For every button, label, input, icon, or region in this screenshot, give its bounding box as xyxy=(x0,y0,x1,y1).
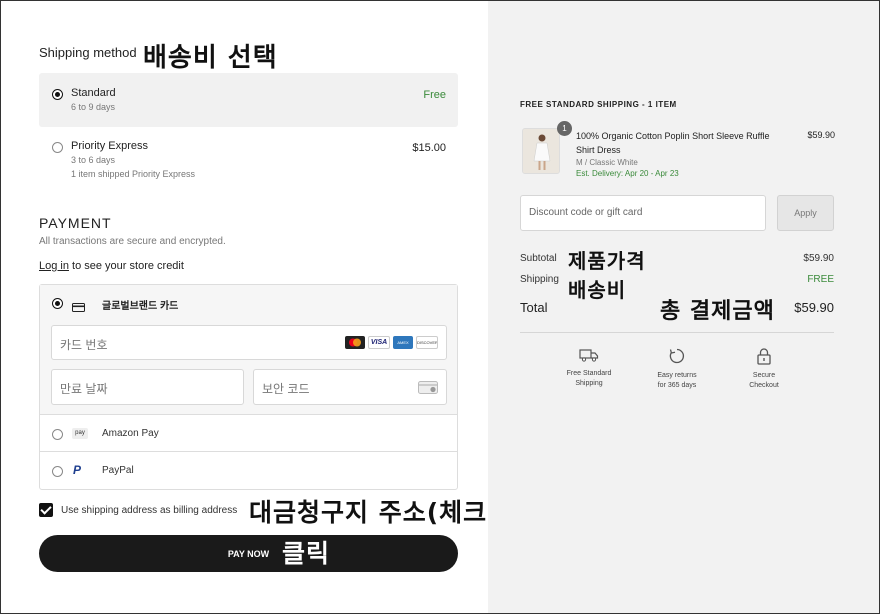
shipping-label: Shipping xyxy=(520,274,559,285)
item-delivery-estimate: Est. Delivery: Apr 20 - Apr 23 xyxy=(576,169,679,178)
discount-code-input[interactable]: Discount code or gift card xyxy=(520,195,766,231)
shipping-value: FREE xyxy=(807,274,834,285)
cvv-card-icon xyxy=(418,381,438,397)
billing-address-label: Use shipping address as billing address xyxy=(61,505,238,516)
order-summary-panel: FREE STANDARD SHIPPING - 1 ITEM 1 100% O… xyxy=(488,1,879,613)
feature-line1: Secure xyxy=(752,372,776,379)
feature-line2: for 365 days xyxy=(657,382,697,389)
annotation-total-payment: 총 결제금액 xyxy=(660,299,775,324)
annotation-click: 클릭 xyxy=(282,539,331,568)
payment-methods: 글로벌브랜드 카드 카드 번호 VISA AMEX DISCOVER 만료 날짜… xyxy=(39,284,458,490)
feature-line1: Easy returns xyxy=(657,372,697,379)
payment-method-paypal[interactable]: P PayPal xyxy=(40,453,457,489)
subtotal-label: Subtotal xyxy=(520,253,557,264)
annotation-product-price: 제품가격 xyxy=(568,249,646,273)
shipping-option-standard[interactable]: Standard 6 to 9 days Free xyxy=(39,73,458,127)
total-value: $59.90 xyxy=(794,300,834,315)
lock-icon xyxy=(724,347,804,365)
card-label: 글로벌브랜드 카드 xyxy=(102,301,179,312)
amazon-pay-label: Amazon Pay xyxy=(102,428,159,439)
radio-amazon-pay[interactable] xyxy=(52,429,63,440)
return-icon xyxy=(637,347,717,365)
login-prompt: Log in to see your store credit xyxy=(39,260,184,272)
shipping-option-eta: 3 to 6 days xyxy=(71,155,116,165)
amazon-pay-icon: pay xyxy=(72,428,88,439)
login-prompt-text: to see your store credit xyxy=(68,260,184,272)
payment-title: PAYMENT xyxy=(39,215,112,231)
expiry-placeholder: 만료 날짜 xyxy=(60,382,108,396)
divider xyxy=(520,332,834,333)
payment-method-amazon-pay[interactable]: pay Amazon Pay xyxy=(40,416,457,452)
feature-easy-returns: Easy returns for 365 days xyxy=(637,347,717,391)
shipping-option-price: $15.00 xyxy=(412,142,446,154)
card-number-input[interactable]: 카드 번호 VISA AMEX DISCOVER xyxy=(51,325,447,360)
item-variant: M / Classic White xyxy=(576,158,638,167)
paypal-icon: P xyxy=(73,463,82,477)
billing-address-checkbox[interactable] xyxy=(39,503,53,517)
shipping-option-priority-express[interactable]: Priority Express 3 to 6 days 1 item ship… xyxy=(39,129,458,185)
total-label: Total xyxy=(520,300,548,315)
security-code-input[interactable]: 보안 코드 xyxy=(253,369,447,405)
paypal-label: PayPal xyxy=(102,465,134,476)
discover-icon: DISCOVER xyxy=(416,336,438,349)
item-price: $59.90 xyxy=(807,130,835,140)
truck-icon xyxy=(549,347,629,363)
discount-placeholder: Discount code or gift card xyxy=(529,207,643,218)
visa-icon: VISA xyxy=(368,336,390,349)
shipping-option-price: Free xyxy=(423,89,446,101)
summary-header: FREE STANDARD SHIPPING - 1 ITEM xyxy=(520,100,677,109)
mastercard-icon xyxy=(345,336,365,349)
feature-line2: Shipping xyxy=(575,380,603,387)
payment-method-card: 글로벌브랜드 카드 카드 번호 VISA AMEX DISCOVER 만료 날짜… xyxy=(40,285,457,415)
item-quantity-badge: 1 xyxy=(557,121,572,136)
feature-free-shipping: Free Standard Shipping xyxy=(549,347,629,389)
shipping-option-eta: 6 to 9 days xyxy=(71,102,116,112)
expiry-date-input[interactable]: 만료 날짜 xyxy=(51,369,244,405)
item-name: 100% Organic Cotton Poplin Short Sleeve … xyxy=(576,131,770,155)
annotation-billing-address: 대금청구지 주소(체크o) xyxy=(249,498,518,527)
card-brand-logos: VISA AMEX DISCOVER xyxy=(345,336,438,349)
radio-paypal[interactable] xyxy=(52,466,63,477)
card-number-placeholder: 카드 번호 xyxy=(60,338,108,352)
shipping-method-title: Shipping method xyxy=(39,45,137,60)
annotation-shipping-fee: 배송비 xyxy=(568,278,627,302)
feature-secure-checkout: Secure Checkout xyxy=(724,347,804,391)
amex-icon: AMEX xyxy=(393,336,413,349)
product-thumbnail xyxy=(522,128,560,174)
annotation-shipping-select: 배송비 선택 xyxy=(143,43,278,73)
shipping-option-name: Standard xyxy=(71,87,116,99)
feature-line2: Checkout xyxy=(749,382,779,389)
shipping-option-name: Priority Express xyxy=(71,140,149,152)
credit-card-icon xyxy=(72,299,85,317)
payment-subtitle: All transactions are secure and encrypte… xyxy=(39,236,226,247)
radio-priority-express[interactable] xyxy=(52,142,63,153)
feature-line1: Free Standard xyxy=(566,370,612,377)
pay-now-button[interactable]: PAY NOW xyxy=(39,535,458,572)
subtotal-value: $59.90 xyxy=(803,253,834,264)
pay-now-label: PAY NOW xyxy=(227,548,270,559)
cvv-placeholder: 보안 코드 xyxy=(262,382,310,396)
apply-label: Apply xyxy=(794,208,817,218)
radio-standard[interactable] xyxy=(52,89,63,100)
radio-card[interactable] xyxy=(52,298,63,309)
checkout-form-panel: Shipping method 배송비 선택 Standard 6 to 9 d… xyxy=(1,1,517,613)
shipping-option-note: 1 item shipped Priority Express xyxy=(71,169,196,179)
login-link[interactable]: Log in xyxy=(39,260,69,272)
apply-button[interactable]: Apply xyxy=(777,195,834,231)
